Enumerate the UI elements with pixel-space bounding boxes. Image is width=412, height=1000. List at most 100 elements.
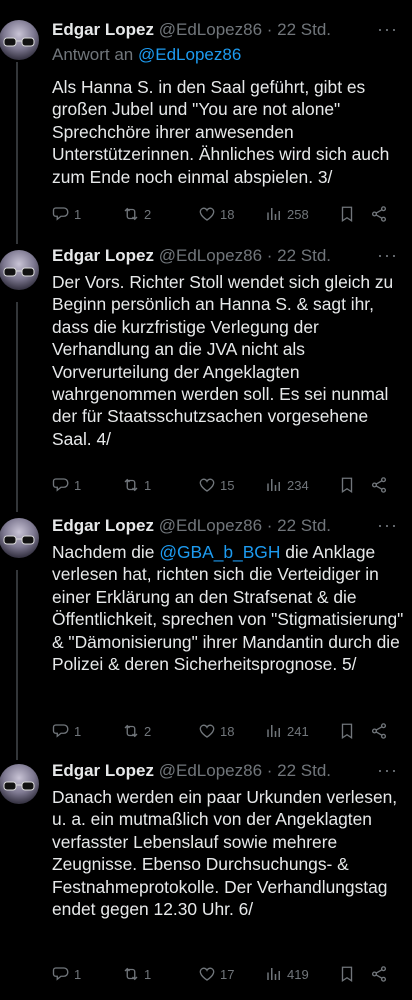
tweet-actions: 1 1 15 234 bbox=[52, 475, 392, 495]
reply-to-mention[interactable]: @EdLopez86 bbox=[138, 45, 241, 64]
author-name[interactable]: Edgar Lopez bbox=[52, 246, 154, 265]
retweet-button[interactable]: 1 bbox=[122, 475, 151, 495]
reply-button[interactable]: 1 bbox=[52, 204, 81, 224]
author-handle[interactable]: @EdLopez86 bbox=[159, 761, 262, 780]
retweet-count: 1 bbox=[144, 477, 152, 493]
retweet-button[interactable]: 2 bbox=[122, 204, 151, 224]
author-name[interactable]: Edgar Lopez bbox=[52, 516, 154, 535]
tweet-actions: 1 2 18 241 bbox=[52, 721, 392, 741]
reply-button[interactable]: 1 bbox=[52, 721, 81, 741]
timestamp[interactable]: · 22 Std. bbox=[267, 761, 331, 780]
reply-button[interactable]: 1 bbox=[52, 964, 81, 984]
tweet-actions: 1 2 18 258 bbox=[52, 204, 392, 224]
timestamp[interactable]: · 22 Std. bbox=[267, 246, 331, 265]
share-icon bbox=[371, 966, 387, 982]
like-count: 15 bbox=[220, 477, 235, 493]
share-button[interactable] bbox=[370, 475, 388, 495]
tweet-text-start: Nachdem die bbox=[52, 542, 160, 562]
like-button[interactable]: 18 bbox=[198, 204, 234, 224]
more-icon[interactable]: ··· bbox=[377, 760, 398, 781]
like-button[interactable]: 15 bbox=[198, 475, 234, 495]
avatar-glasses-icon bbox=[3, 37, 35, 47]
avatar-glasses-icon bbox=[3, 781, 35, 791]
bookmark-icon bbox=[341, 206, 353, 223]
share-icon bbox=[371, 723, 387, 739]
retweet-button[interactable]: 1 bbox=[122, 964, 151, 984]
like-count: 17 bbox=[220, 966, 235, 982]
views-button[interactable]: 258 bbox=[265, 204, 309, 224]
views-button[interactable]: 419 bbox=[265, 964, 309, 984]
author-handle[interactable]: @EdLopez86 bbox=[159, 20, 262, 39]
reply-to-line: Antwort an @EdLopez86 bbox=[52, 44, 241, 66]
retweet-icon bbox=[124, 967, 138, 981]
more-icon[interactable]: ··· bbox=[377, 19, 398, 40]
tweet[interactable]: Edgar Lopez @EdLopez86 · 22 Std. ··· Der… bbox=[0, 245, 412, 495]
like-button[interactable]: 18 bbox=[198, 721, 234, 741]
like-count: 18 bbox=[220, 206, 235, 222]
timestamp[interactable]: · 22 Std. bbox=[267, 516, 331, 535]
tweet[interactable]: Edgar Lopez @EdLopez86 · 22 Std. ··· Dan… bbox=[0, 760, 412, 995]
more-icon[interactable]: ··· bbox=[377, 515, 398, 536]
bookmark-icon bbox=[341, 477, 353, 494]
author-handle[interactable]: @EdLopez86 bbox=[159, 246, 262, 265]
avatar[interactable] bbox=[0, 518, 39, 558]
bookmark-icon bbox=[341, 966, 353, 983]
heart-icon bbox=[199, 207, 215, 221]
tweet[interactable]: Edgar Lopez @EdLopez86 · 22 Std. ··· Nac… bbox=[0, 515, 412, 745]
reply-icon bbox=[52, 724, 69, 738]
reply-count: 1 bbox=[74, 966, 82, 982]
tweet-header: Edgar Lopez @EdLopez86 · 22 Std. bbox=[52, 515, 382, 537]
avatar[interactable] bbox=[0, 250, 39, 290]
bookmark-button[interactable] bbox=[338, 964, 356, 984]
author-name[interactable]: Edgar Lopez bbox=[52, 761, 154, 780]
reply-icon bbox=[52, 967, 69, 981]
views-count: 234 bbox=[287, 477, 309, 493]
bookmark-button[interactable] bbox=[338, 721, 356, 741]
avatar-glasses-icon bbox=[3, 267, 35, 277]
tweet[interactable]: Edgar Lopez @EdLopez86 · 22 Std. ··· Ant… bbox=[0, 19, 412, 229]
reply-icon bbox=[52, 207, 69, 221]
heart-icon bbox=[199, 478, 215, 492]
author-name[interactable]: Edgar Lopez bbox=[52, 20, 154, 39]
retweet-count: 2 bbox=[144, 206, 152, 222]
retweet-icon bbox=[124, 478, 138, 492]
avatar-glasses-icon bbox=[3, 535, 35, 545]
reply-count: 1 bbox=[74, 206, 82, 222]
share-button[interactable] bbox=[370, 204, 388, 224]
reply-count: 1 bbox=[74, 723, 82, 739]
reply-button[interactable]: 1 bbox=[52, 475, 81, 495]
more-icon[interactable]: ··· bbox=[377, 245, 398, 266]
bookmark-button[interactable] bbox=[338, 204, 356, 224]
views-count: 241 bbox=[287, 723, 309, 739]
share-button[interactable] bbox=[370, 721, 388, 741]
reply-icon bbox=[52, 478, 69, 492]
share-button[interactable] bbox=[370, 964, 388, 984]
tweet-text: Nachdem die @GBA_b_BGH die Anklage verle… bbox=[52, 541, 404, 675]
avatar[interactable] bbox=[0, 20, 39, 60]
views-count: 258 bbox=[287, 206, 309, 222]
tweet-text: Als Hanna S. in den Saal geführt, gibt e… bbox=[52, 77, 390, 187]
retweet-count: 1 bbox=[144, 966, 152, 982]
bookmark-icon bbox=[341, 723, 353, 740]
like-count: 18 bbox=[220, 723, 235, 739]
tweet-header: Edgar Lopez @EdLopez86 · 22 Std. bbox=[52, 19, 382, 41]
author-handle[interactable]: @EdLopez86 bbox=[159, 516, 262, 535]
avatar[interactable] bbox=[0, 764, 39, 804]
share-icon bbox=[371, 477, 387, 493]
views-button[interactable]: 234 bbox=[265, 475, 309, 495]
heart-icon bbox=[199, 967, 215, 981]
retweet-icon bbox=[124, 207, 138, 221]
reply-to-label: Antwort an bbox=[52, 45, 138, 64]
views-icon bbox=[267, 208, 280, 220]
views-button[interactable]: 241 bbox=[265, 721, 309, 741]
share-icon bbox=[371, 206, 387, 222]
bookmark-button[interactable] bbox=[338, 475, 356, 495]
like-button[interactable]: 17 bbox=[198, 964, 234, 984]
retweet-button[interactable]: 2 bbox=[122, 721, 151, 741]
heart-icon bbox=[199, 724, 215, 738]
tweet-header: Edgar Lopez @EdLopez86 · 22 Std. bbox=[52, 245, 382, 267]
mention-link[interactable]: @GBA_b_BGH bbox=[159, 542, 280, 562]
views-count: 419 bbox=[287, 966, 309, 982]
retweet-count: 2 bbox=[144, 723, 152, 739]
timestamp[interactable]: · 22 Std. bbox=[267, 20, 331, 39]
